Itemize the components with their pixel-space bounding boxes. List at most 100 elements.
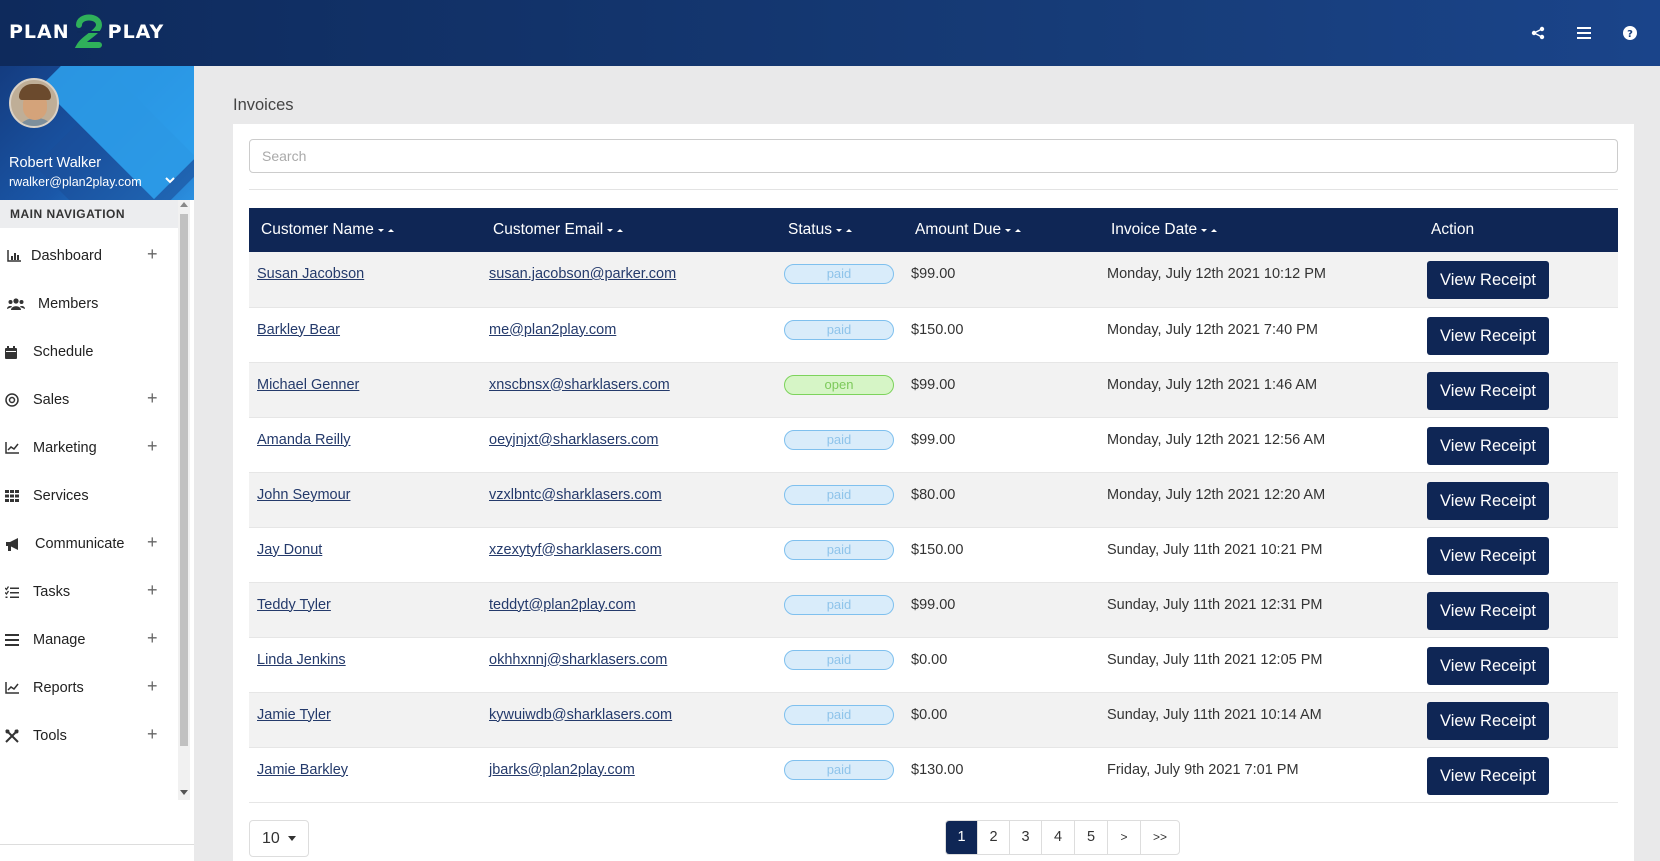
customer-name-link[interactable]: Jay Donut [257,542,322,558]
sidebar-item-manage[interactable]: Manage + [0,616,178,664]
sort-icon[interactable] [1004,221,1022,239]
view-receipt-button[interactable]: View Receipt [1427,426,1549,465]
customer-email-link[interactable]: kywuiwdb@sharklasers.com [489,707,672,723]
sidebar-item-tasks[interactable]: Tasks + [0,568,178,616]
expand-icon[interactable]: + [147,389,158,407]
sidebar-item-schedule[interactable]: Schedule [0,328,178,376]
page-next[interactable]: > [1107,821,1140,854]
invoice-date: Sunday, July 11th 2021 10:14 AM [1099,692,1419,748]
sidebar-item-communicate[interactable]: Communicate + [0,520,178,568]
chevron-down-icon[interactable] [164,173,178,187]
sidebar-item-tools[interactable]: Tools + [0,712,178,760]
customer-email-link[interactable]: teddyt@plan2play.com [489,597,636,613]
user-name: Robert Walker [9,155,102,171]
header-customer-name[interactable]: Customer Name [249,208,481,252]
invoice-date: Sunday, July 11th 2021 12:31 PM [1099,582,1419,638]
expand-icon[interactable]: + [147,581,158,599]
view-receipt-button[interactable]: View Receipt [1427,261,1549,299]
sidebar-divider [0,844,194,845]
amount-due: $150.00 [903,527,1099,583]
share-icon[interactable] [1528,23,1548,43]
sidebar-item-members[interactable]: Members [0,280,178,328]
customer-email-link[interactable]: okhhxnnj@sharklasers.com [489,652,667,668]
page-4[interactable]: 4 [1041,821,1074,854]
avatar[interactable] [9,78,59,128]
sidebar-item-sales[interactable]: Sales + [0,376,178,424]
customer-name-link[interactable]: Amanda Reilly [257,432,351,448]
amount-due: $0.00 [903,692,1099,748]
customer-name-link[interactable]: Susan Jacobson [257,266,364,282]
header-customer-email[interactable]: Customer Email [481,208,776,252]
customer-name-link[interactable]: Linda Jenkins [257,652,346,668]
customer-name-link[interactable]: Jamie Tyler [257,707,331,723]
view-receipt-button[interactable]: View Receipt [1427,646,1549,685]
amount-due: $130.00 [903,747,1099,803]
customer-name-link[interactable]: Michael Genner [257,377,359,393]
customer-email-link[interactable]: oeyjnjxt@sharklasers.com [489,432,658,448]
per-page-select[interactable]: 10 [249,820,309,857]
expand-icon[interactable]: + [147,533,158,551]
help-icon[interactable]: ? [1620,23,1640,43]
sidebar-item-marketing[interactable]: Marketing + [0,424,178,472]
invoices-table: Customer Name Customer Email Status Amou… [249,208,1618,803]
page-last[interactable]: >> [1140,821,1179,854]
customer-email-link[interactable]: xnscbnsx@sharklasers.com [489,377,670,393]
expand-icon[interactable]: + [147,725,158,743]
search-input[interactable] [249,139,1618,173]
sidebar-scrollbar[interactable] [178,200,190,800]
sidebar-item-label: Members [38,296,99,312]
sidebar-item-label: Reports [33,680,84,696]
customer-name-link[interactable]: Barkley Bear [257,322,340,338]
sort-icon[interactable] [1200,221,1218,239]
customer-email-link[interactable]: susan.jacobson@parker.com [489,266,676,282]
view-receipt-button[interactable]: View Receipt [1427,701,1549,740]
header-status[interactable]: Status [776,208,903,252]
view-receipt-button[interactable]: View Receipt [1427,481,1549,520]
view-receipt-button[interactable]: View Receipt [1427,591,1549,630]
sort-icon[interactable] [377,221,395,239]
table-row: Teddy Tyler teddyt@plan2play.com paid $9… [249,582,1618,638]
scrollbar-thumb[interactable] [180,214,188,746]
scroll-down-icon[interactable] [180,790,188,795]
app-logo[interactable]: PLAN PLAY [9,10,164,54]
sort-icon[interactable] [606,221,624,239]
view-receipt-button[interactable]: View Receipt [1427,316,1549,355]
expand-icon[interactable]: + [147,677,158,695]
line-chart-icon [5,681,19,695]
page-5[interactable]: 5 [1074,821,1107,854]
view-receipt-button[interactable]: View Receipt [1427,371,1549,410]
sort-icon[interactable] [835,221,853,239]
customer-name-link[interactable]: Jamie Barkley [257,762,348,778]
scroll-up-icon[interactable] [180,202,188,207]
status-badge: open [784,374,894,395]
invoice-date: Monday, July 12th 2021 1:46 AM [1099,362,1419,418]
table-row: Jamie Tyler kywuiwdb@sharklasers.com pai… [249,692,1618,748]
view-receipt-button[interactable]: View Receipt [1427,756,1549,795]
header-amount-due[interactable]: Amount Due [903,208,1099,252]
customer-name-link[interactable]: Teddy Tyler [257,597,331,613]
customer-email-link[interactable]: vzxlbntc@sharklasers.com [489,487,662,503]
page-2[interactable]: 2 [977,821,1009,854]
invoice-date: Sunday, July 11th 2021 12:05 PM [1099,637,1419,693]
expand-icon[interactable]: + [147,245,158,263]
sidebar-item-dashboard[interactable]: Dashboard + [0,232,178,280]
menu-icon[interactable] [1574,23,1594,43]
view-receipt-button[interactable]: View Receipt [1427,536,1549,575]
customer-email-link[interactable]: xzexytyf@sharklasers.com [489,542,662,558]
amount-due: $99.00 [903,362,1099,418]
sidebar-item-services[interactable]: Services [0,472,178,520]
page-3[interactable]: 3 [1009,821,1041,854]
customer-name-link[interactable]: John Seymour [257,487,351,503]
header-invoice-date[interactable]: Invoice Date [1099,208,1419,252]
customer-email-link[interactable]: jbarks@plan2play.com [489,762,635,778]
table-row: Linda Jenkins okhhxnnj@sharklasers.com p… [249,637,1618,693]
sidebar: Robert Walker rwalker@plan2play.com MAIN… [0,66,194,861]
users-icon [5,297,27,311]
sidebar-item-reports[interactable]: Reports + [0,664,178,712]
page-1[interactable]: 1 [946,821,977,854]
expand-icon[interactable]: + [147,437,158,455]
status-badge: paid [784,539,894,560]
customer-email-link[interactable]: me@plan2play.com [489,322,616,338]
expand-icon[interactable]: + [147,629,158,647]
tasks-icon [5,585,19,599]
